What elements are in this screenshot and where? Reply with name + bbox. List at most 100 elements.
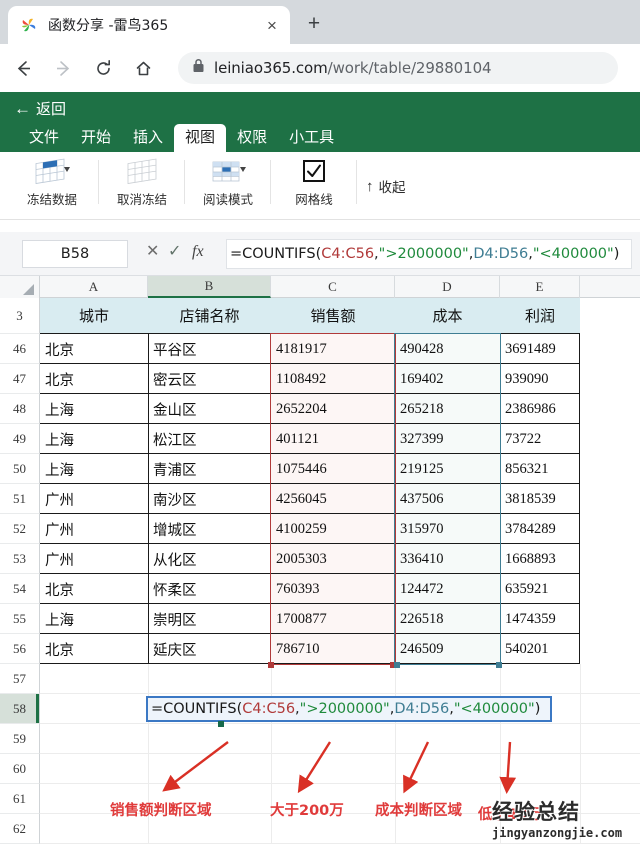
cell-r54-c1[interactable]: 怀柔区 xyxy=(148,574,271,604)
cell-r46-c2[interactable]: 4181917 xyxy=(271,334,395,364)
cell-r52-c2[interactable]: 4100259 xyxy=(271,514,395,544)
row-header-61[interactable]: 61 xyxy=(0,784,40,814)
menu-item-view[interactable]: 视图 xyxy=(174,124,227,153)
cell-r49-c0[interactable]: 上海 xyxy=(40,424,148,454)
column-header-a[interactable]: A xyxy=(40,276,148,298)
row-header-57[interactable]: 57 xyxy=(0,664,40,694)
cell-r51-c3[interactable]: 437506 xyxy=(395,484,500,514)
row-header-58[interactable]: 58 xyxy=(0,694,40,724)
cell-r48-c3[interactable]: 265218 xyxy=(395,394,500,424)
header-cell-4[interactable]: 利润 xyxy=(500,298,580,334)
new-tab-button[interactable]: + xyxy=(300,10,328,38)
browser-tab[interactable]: 函数分享 -雷鸟365 × xyxy=(8,6,290,44)
row-header-54[interactable]: 54 xyxy=(0,574,40,604)
cell-r55-c0[interactable]: 上海 xyxy=(40,604,148,634)
row-header-60[interactable]: 60 xyxy=(0,754,40,784)
row-header-50[interactable]: 50 xyxy=(0,454,40,484)
cell-r48-c1[interactable]: 金山区 xyxy=(148,394,271,424)
cell-r53-c4[interactable]: 1668893 xyxy=(500,544,580,574)
cell-r56-c2[interactable]: 786710 xyxy=(271,634,395,664)
cell-r56-c1[interactable]: 延庆区 xyxy=(148,634,271,664)
cell-r54-c0[interactable]: 北京 xyxy=(40,574,148,604)
forward-icon[interactable] xyxy=(46,51,80,85)
cancel-formula-icon[interactable]: ✕ xyxy=(146,244,159,260)
cell-r48-c2[interactable]: 2652204 xyxy=(271,394,395,424)
home-icon[interactable] xyxy=(126,51,160,85)
menu-item-permission[interactable]: 权限 xyxy=(226,124,278,153)
cell-r50-c4[interactable]: 856321 xyxy=(500,454,580,484)
header-cell-3[interactable]: 成本 xyxy=(395,298,500,334)
reload-icon[interactable] xyxy=(86,51,120,85)
row-header-47[interactable]: 47 xyxy=(0,364,40,394)
header-cell-0[interactable]: 城市 xyxy=(40,298,148,334)
cell-r47-c0[interactable]: 北京 xyxy=(40,364,148,394)
cell-r54-c3[interactable]: 124472 xyxy=(395,574,500,604)
cell-r56-c4[interactable]: 540201 xyxy=(500,634,580,664)
column-header-e[interactable]: E xyxy=(500,276,580,298)
cell-r54-c2[interactable]: 760393 xyxy=(271,574,395,604)
cell-r55-c1[interactable]: 崇明区 xyxy=(148,604,271,634)
cell-r53-c3[interactable]: 336410 xyxy=(395,544,500,574)
close-icon[interactable]: × xyxy=(262,15,282,35)
cell-r46-c3[interactable]: 490428 xyxy=(395,334,500,364)
row-header-46[interactable]: 46 xyxy=(0,334,40,364)
ribbon-button-unfreeze[interactable]: 取消冻结 xyxy=(104,152,180,210)
confirm-formula-icon[interactable]: ✓ xyxy=(168,244,181,260)
row-header-48[interactable]: 48 xyxy=(0,394,40,424)
cell-r51-c2[interactable]: 4256045 xyxy=(271,484,395,514)
range-handle-c-left[interactable] xyxy=(268,662,274,668)
cell-r51-c4[interactable]: 3818539 xyxy=(500,484,580,514)
cell-r47-c2[interactable]: 1108492 xyxy=(271,364,395,394)
ribbon-button-reading-mode[interactable]: 阅读模式 xyxy=(190,152,266,210)
cell-r50-c0[interactable]: 上海 xyxy=(40,454,148,484)
cell-r47-c1[interactable]: 密云区 xyxy=(148,364,271,394)
cell-r50-c3[interactable]: 219125 xyxy=(395,454,500,484)
cell-r53-c2[interactable]: 2005303 xyxy=(271,544,395,574)
row-header-3[interactable]: 3 xyxy=(0,298,40,334)
menu-item-tools[interactable]: 小工具 xyxy=(278,124,345,153)
cell-r55-c2[interactable]: 1700877 xyxy=(271,604,395,634)
formula-input[interactable]: =COUNTIFS(C4:C56, ">2000000", D4:D56, "<400… xyxy=(226,239,632,269)
cell-r51-c0[interactable]: 广州 xyxy=(40,484,148,514)
cell-r48-c0[interactable]: 上海 xyxy=(40,394,148,424)
row-header-52[interactable]: 52 xyxy=(0,514,40,544)
cell-r47-c4[interactable]: 939090 xyxy=(500,364,580,394)
cell-r53-c1[interactable]: 从化区 xyxy=(148,544,271,574)
range-handle-d-right[interactable] xyxy=(496,662,502,668)
cell-r51-c1[interactable]: 南沙区 xyxy=(148,484,271,514)
cell-r46-c0[interactable]: 北京 xyxy=(40,334,148,364)
cell-r49-c2[interactable]: 401121 xyxy=(271,424,395,454)
name-box[interactable]: B58 xyxy=(22,240,128,268)
header-cell-1[interactable]: 店铺名称 xyxy=(148,298,271,334)
cell-r49-c3[interactable]: 327399 xyxy=(395,424,500,454)
cell-r47-c3[interactable]: 169402 xyxy=(395,364,500,394)
range-handle-d-left[interactable] xyxy=(394,662,400,668)
cell-r55-c4[interactable]: 1474359 xyxy=(500,604,580,634)
menu-item-file[interactable]: 文件 xyxy=(18,124,70,153)
ribbon-button-gridlines[interactable]: 网格线 xyxy=(276,152,352,210)
back-icon[interactable] xyxy=(6,51,40,85)
cell-r52-c0[interactable]: 广州 xyxy=(40,514,148,544)
collapse-ribbon-button[interactable]: ↑ 收起 xyxy=(366,176,406,197)
row-header-49[interactable]: 49 xyxy=(0,424,40,454)
column-header-b[interactable]: B xyxy=(148,276,271,298)
cell-r56-c3[interactable]: 246509 xyxy=(395,634,500,664)
cell-r50-c2[interactable]: 1075446 xyxy=(271,454,395,484)
cell-r46-c4[interactable]: 3691489 xyxy=(500,334,580,364)
row-header-51[interactable]: 51 xyxy=(0,484,40,514)
cell-r52-c4[interactable]: 3784289 xyxy=(500,514,580,544)
cell-r55-c3[interactable]: 226518 xyxy=(395,604,500,634)
row-header-55[interactable]: 55 xyxy=(0,604,40,634)
row-header-56[interactable]: 56 xyxy=(0,634,40,664)
ribbon-button-freeze-data[interactable]: 冻结数据 xyxy=(14,152,90,210)
edit-fill-handle[interactable] xyxy=(218,721,224,727)
select-all-corner[interactable] xyxy=(0,276,40,298)
column-header-f[interactable] xyxy=(580,276,640,298)
cell-r52-c3[interactable]: 315970 xyxy=(395,514,500,544)
cell-r49-c4[interactable]: 73722 xyxy=(500,424,580,454)
column-header-d[interactable]: D xyxy=(395,276,500,298)
cell-r46-c1[interactable]: 平谷区 xyxy=(148,334,271,364)
cell-r54-c4[interactable]: 635921 xyxy=(500,574,580,604)
row-header-53[interactable]: 53 xyxy=(0,544,40,574)
cell-r52-c1[interactable]: 增城区 xyxy=(148,514,271,544)
